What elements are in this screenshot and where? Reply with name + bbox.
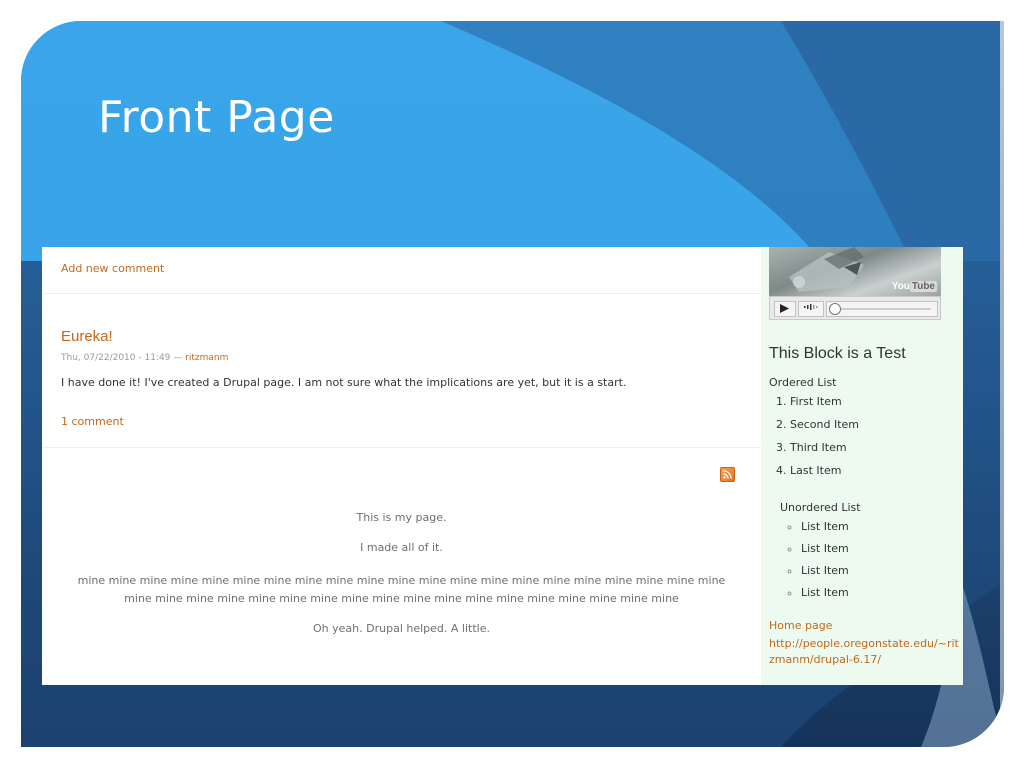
node-date: Thu, 07/22/2010 - 11:49 xyxy=(61,353,171,363)
node-submitted: Thu, 07/22/2010 - 11:49 — ritzmanm xyxy=(61,353,228,363)
page-text-paragraph: mine mine mine mine mine mine mine mine … xyxy=(77,574,726,605)
slide-edge xyxy=(1000,21,1004,747)
volume-icon xyxy=(804,304,818,310)
youtube-logo: You Tube xyxy=(891,281,937,292)
node-body: I have done it! I've created a Drupal pa… xyxy=(61,376,627,389)
node-title-link[interactable]: Eureka! xyxy=(61,328,113,345)
video-player[interactable]: You Tube xyxy=(769,247,941,320)
list-item: Second Item xyxy=(790,418,859,441)
ordered-list-label: Ordered List xyxy=(769,376,837,389)
ordered-list: First Item Second Item Third Item Last I… xyxy=(769,395,859,487)
list-item: Last Item xyxy=(790,464,859,487)
rss-feed-icon[interactable] xyxy=(720,467,735,482)
list-item: List Item xyxy=(801,586,849,608)
unordered-list-label: Unordered List xyxy=(780,501,861,514)
list-item: List Item xyxy=(801,564,849,586)
web-page-screenshot: Add new comment Eureka! Thu, 07/22/2010 … xyxy=(42,247,963,685)
video-thumbnail[interactable]: You Tube xyxy=(769,247,941,296)
play-icon xyxy=(780,304,789,313)
list-item: First Item xyxy=(790,395,859,418)
node-separator: — xyxy=(170,353,186,363)
list-item: List Item xyxy=(801,520,849,542)
video-controls xyxy=(769,296,941,320)
list-item: List Item xyxy=(801,542,849,564)
page-text-line: I made all of it. xyxy=(360,541,443,554)
block-title: This Block is a Test xyxy=(769,345,906,362)
video-progress-track[interactable] xyxy=(826,301,938,317)
video-progress-knob[interactable] xyxy=(829,303,841,315)
page-text-line: This is my page. xyxy=(356,511,447,524)
comments-link[interactable]: 1 comment xyxy=(61,415,124,428)
divider xyxy=(42,447,761,448)
add-new-comment-link[interactable]: Add new comment xyxy=(61,262,164,275)
list-item: Third Item xyxy=(790,441,859,464)
divider xyxy=(42,293,761,294)
home-url-link[interactable]: http://people.oregonstate.edu/~ritzmanm/… xyxy=(769,636,959,668)
page-text-line: Oh yeah. Drupal helped. A little. xyxy=(313,622,490,635)
slide-title: Front Page xyxy=(98,92,335,143)
volume-button[interactable] xyxy=(798,301,824,317)
video-progress-bar xyxy=(841,308,931,310)
unordered-list: List Item List Item List Item List Item xyxy=(786,520,849,608)
main-content: Add new comment Eureka! Thu, 07/22/2010 … xyxy=(42,247,761,685)
author-link[interactable]: ritzmanm xyxy=(185,353,228,363)
home-page-link[interactable]: Home page xyxy=(769,619,832,632)
play-button[interactable] xyxy=(774,301,796,317)
sidebar: You Tube This Block is a Test Ordered Li… xyxy=(761,247,963,685)
